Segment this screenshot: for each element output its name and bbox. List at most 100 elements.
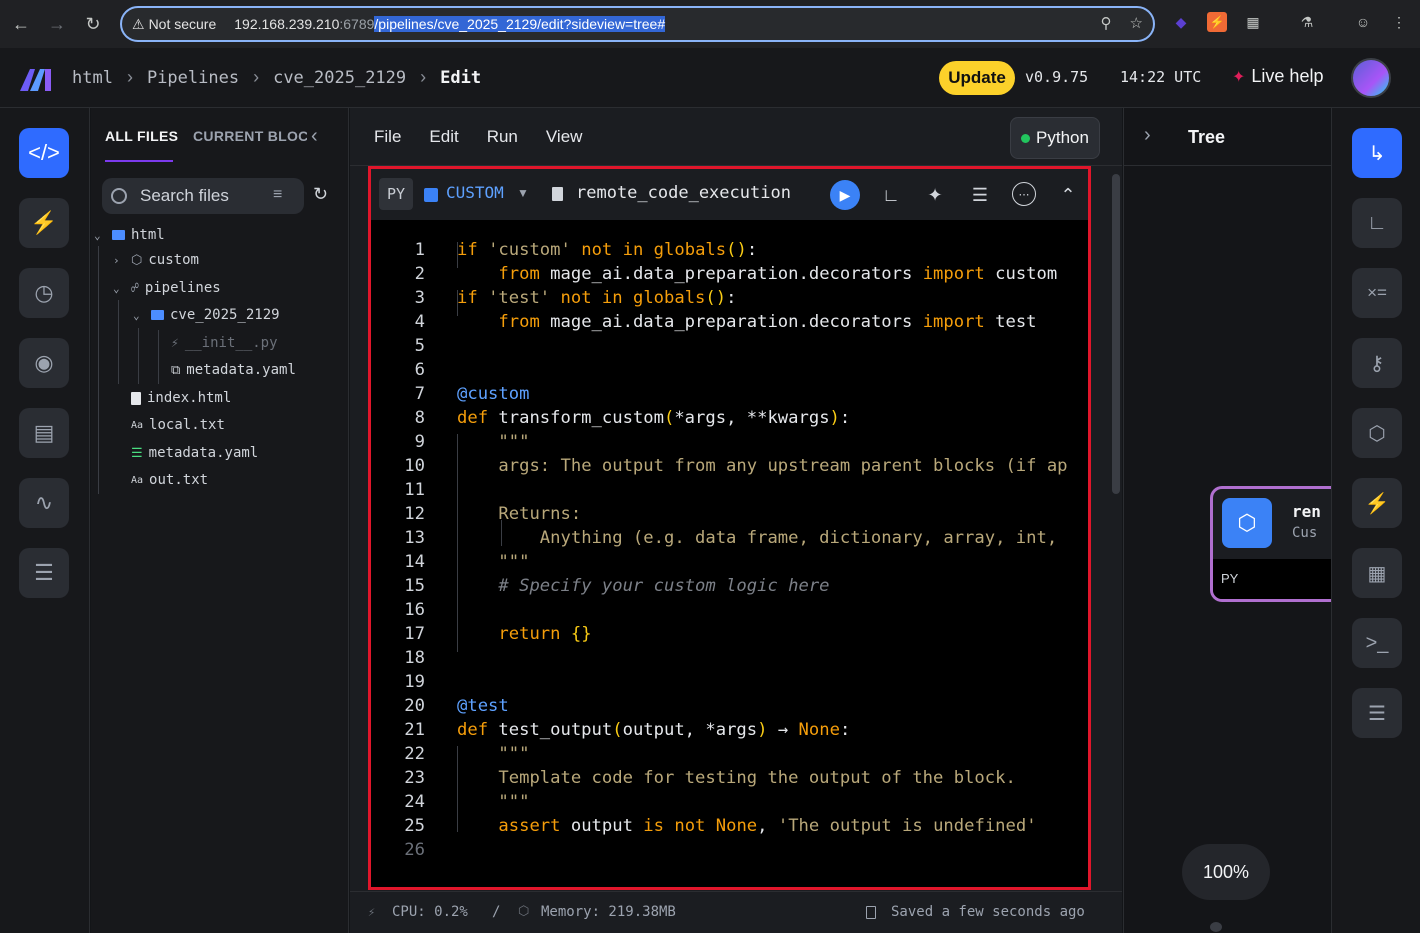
back-icon[interactable]: ← [3, 6, 39, 42]
tree-file-out[interactable]: Aa out.txt [131, 468, 208, 492]
profile-icon[interactable]: ☺ [1353, 12, 1373, 32]
run-block-button[interactable]: ▶ [830, 180, 860, 210]
refresh-icon[interactable]: ↻ [313, 184, 328, 205]
code-editor-icon[interactable]: </> [19, 128, 69, 178]
caret-down-icon[interactable]: ▼ [517, 186, 529, 200]
block-node[interactable]: ⬡ ren Cus PY [1210, 486, 1331, 602]
url-port: :6789 [339, 16, 375, 32]
triggers-bolt-icon[interactable]: ⚡ [19, 198, 69, 248]
backfills-globe-icon[interactable]: ◉ [19, 338, 69, 388]
menu-edit[interactable]: Edit [429, 127, 458, 147]
browser-menu-icon[interactable]: ⋮ [1389, 12, 1409, 32]
tree-view-icon[interactable]: ↳ [1352, 128, 1402, 178]
tree-label: pipelines [144, 280, 221, 296]
browser-toolbar: ← → ↻ ⚠ Not secure 192.168.239.210 :6789… [0, 0, 1420, 48]
kernel-label: Python [1036, 128, 1089, 147]
block-node-footer: PY [1213, 559, 1331, 599]
horizontal-scroll-thumb[interactable] [1210, 922, 1222, 932]
code-line: 23 Template code for testing the output … [404, 768, 1016, 788]
tree-folder-custom[interactable]: › ⬡ custom [113, 248, 199, 272]
menu-file[interactable]: File [374, 127, 401, 147]
collapse-chevron-icon[interactable]: ‹ [311, 125, 318, 148]
mage-logo-icon[interactable] [20, 65, 52, 91]
reload-icon[interactable]: ↻ [75, 6, 111, 42]
app-header: html › Pipelines › cve_2025_2129 › Edit … [0, 48, 1420, 108]
tree-file-local[interactable]: Aa local.txt [131, 413, 225, 437]
slack-icon: ✦ [1232, 68, 1246, 86]
update-button[interactable]: Update [939, 61, 1015, 95]
terminal-icon[interactable]: >_ [1352, 618, 1402, 668]
address-bar[interactable]: ⚠ Not secure 192.168.239.210 :6789 /pipe… [120, 6, 1155, 42]
code-line: 20 @test [404, 696, 509, 716]
block-node-title: ren [1292, 502, 1321, 521]
bookmark-star-icon[interactable]: ☆ [1130, 14, 1143, 32]
settings-sliders-icon[interactable]: ☰ [1352, 688, 1402, 738]
editor-menubar: File Edit Run View [350, 108, 1122, 166]
block-type-dropdown[interactable]: CUSTOM [446, 183, 504, 202]
saved-status: Saved a few seconds ago [891, 904, 1085, 920]
tree-file-index[interactable]: index.html [131, 386, 231, 410]
tab-all-files[interactable]: ALL FILES [105, 128, 178, 144]
filter-icon[interactable]: ≡ [273, 186, 282, 204]
file-icon [131, 391, 141, 405]
search-icon [111, 188, 127, 204]
expand-chevron-icon[interactable]: › [1144, 124, 1151, 147]
url-path: /pipelines/cve_2025_2129/edit?sideview=t… [374, 16, 666, 32]
tree-file-init[interactable]: ⚡ __init__.py [171, 331, 278, 355]
block-language-tag: PY [379, 178, 413, 210]
runs-clock-icon[interactable]: ◷ [19, 268, 69, 318]
file-browser: ALL FILES CURRENT BLOCK ‹ Search files ≡… [91, 108, 349, 933]
tree-folder-pipeline[interactable]: ⌄ cve_2025_2129 [133, 303, 280, 327]
extensions-puzzle-icon[interactable]: ▦ [1243, 12, 1263, 32]
extension-diamond-icon[interactable]: ◆ [1171, 12, 1191, 32]
tree-label: out.txt [149, 472, 209, 488]
code-line: 4 from mage_ai.data_preparation.decorato… [414, 312, 1037, 332]
breadcrumb-pipelines[interactable]: Pipelines [147, 68, 239, 88]
memory-usage: Memory: 219.38MB [541, 904, 676, 920]
zoom-level[interactable]: 100% [1182, 844, 1270, 900]
extension-bolt-icon[interactable]: ⚡ [1207, 12, 1227, 32]
tree-folder-pipelines[interactable]: ⌄ ☍ pipelines [113, 276, 221, 300]
block-settings-icon[interactable]: ☰ [967, 182, 993, 208]
chart-view-icon[interactable]: ∟ [1352, 198, 1402, 248]
tree-file-metadata[interactable]: ☰ metadata.yaml [131, 441, 258, 465]
breadcrumb-pipeline[interactable]: cve_2025_2129 [273, 68, 406, 88]
code-editor[interactable]: 1 if 'custom' not in globals(): 2 from ma… [371, 220, 1088, 887]
right-nav-rail: ↳ ∟ ×= ⚷ ⬡ ⚡ ▦ >_ ☰ [1331, 108, 1420, 933]
variables-icon[interactable]: ×= [1352, 268, 1402, 318]
chart-icon[interactable]: ∟ [878, 182, 904, 208]
forward-icon[interactable]: → [39, 6, 75, 42]
settings-sliders-icon[interactable]: ☰ [19, 548, 69, 598]
block-node-cube-icon: ⬡ [1222, 498, 1272, 548]
tree-label: index.html [147, 390, 232, 406]
tree-file-metadata-inner[interactable]: ⧉ metadata.yaml [171, 358, 296, 382]
breadcrumb-html[interactable]: html [72, 68, 113, 88]
status-bar: ⚡ CPU: 0.2% / ⬡ Memory: 219.38MB Saved a… [350, 891, 1122, 933]
chevron-down-icon: ⌄ [94, 228, 101, 242]
tree-folder-html[interactable]: ⌄ html [94, 223, 165, 247]
live-help-button[interactable]: ✦ Live help [1232, 66, 1323, 87]
labs-flask-icon[interactable]: ⚗ [1297, 12, 1317, 32]
logs-scroll-icon[interactable]: ▤ [19, 408, 69, 458]
menu-view[interactable]: View [546, 127, 583, 147]
kernel-status-button[interactable]: Python [1010, 117, 1100, 159]
block-name[interactable]: remote_code_execution [576, 183, 791, 203]
avatar[interactable] [1351, 58, 1391, 98]
zoom-icon[interactable]: ⚲ [1101, 14, 1112, 32]
code-line: 26 [404, 840, 425, 860]
tab-current-block[interactable]: CURRENT BLOCK [193, 128, 307, 144]
folder-icon [112, 230, 125, 240]
blocks-cube-icon[interactable]: ⬡ [1352, 408, 1402, 458]
table-icon[interactable]: ▦ [1352, 548, 1402, 598]
menu-run[interactable]: Run [487, 127, 518, 147]
ai-sparkle-icon[interactable]: ✦ [922, 182, 948, 208]
code-line: 1 if 'custom' not in globals(): [414, 240, 758, 260]
more-options-icon[interactable]: ⋯ [1012, 182, 1036, 206]
monitor-pulse-icon[interactable]: ∿ [19, 478, 69, 528]
editor-scrollbar[interactable] [1112, 174, 1120, 494]
triggers-bolt-icon[interactable]: ⚡ [1352, 478, 1402, 528]
cpu-usage: CPU: 0.2% [392, 904, 468, 920]
secrets-key-icon[interactable]: ⚷ [1352, 338, 1402, 388]
collapse-chevron-up-icon[interactable]: ⌃ [1055, 182, 1081, 208]
code-line: 7 @custom [414, 384, 530, 404]
